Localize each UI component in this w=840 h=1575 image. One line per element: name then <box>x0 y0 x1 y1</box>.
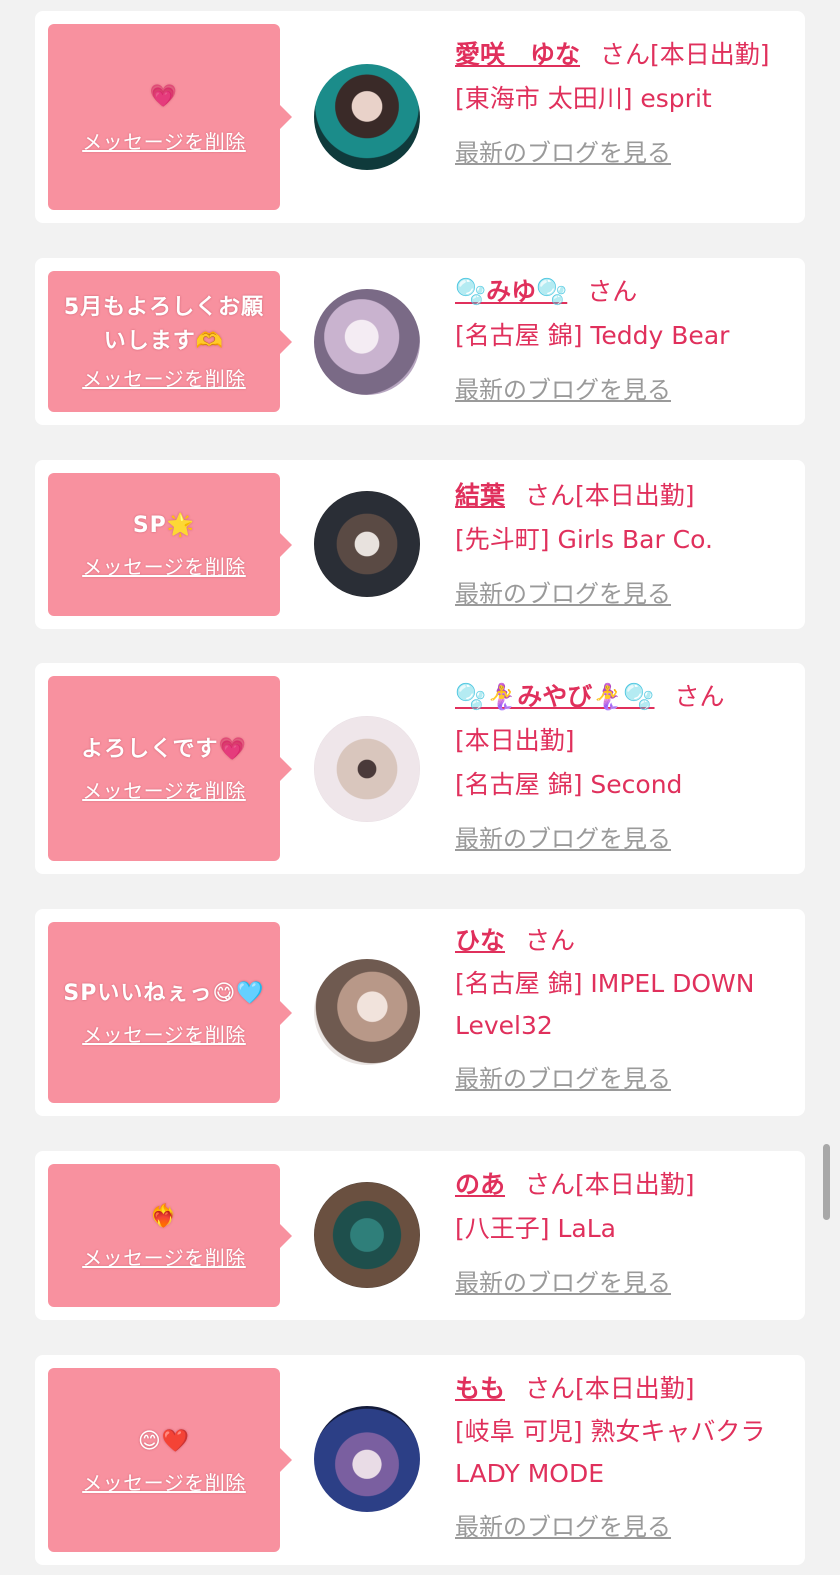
message-list: 💗 メッセージを削除 愛咲 ゆな さん[本日出勤] [東海市 太田川] espri… <box>35 0 805 1575</box>
cast-info: のあ さん[本日出勤] [八王子] LaLa 最新のブログを見る <box>455 1163 787 1305</box>
avatar[interactable] <box>314 1406 420 1512</box>
latest-blog-link[interactable]: 最新のブログを見る <box>455 1057 787 1101</box>
avatar[interactable] <box>314 289 420 395</box>
honorific: さん <box>525 481 576 510</box>
delete-message-link[interactable]: メッセージを削除 <box>82 1467 246 1496</box>
cast-name-link[interactable]: 結葉 <box>455 481 505 510</box>
message-bubble: SP🌟 メッセージを削除 <box>48 473 292 616</box>
scrollbar[interactable] <box>823 1144 830 1220</box>
cast-name-link[interactable]: ひな <box>455 926 505 955</box>
latest-blog-link[interactable]: 最新のブログを見る <box>455 1261 787 1305</box>
cast-name-link[interactable]: のあ <box>455 1170 505 1199</box>
message-bubble: 😊❤️ メッセージを削除 <box>48 1368 292 1552</box>
message-bubble: SPいいねぇっ😋🩵 メッセージを削除 <box>48 922 292 1103</box>
attendance-status: [本日出勤] <box>575 481 695 510</box>
message-text: SP🌟 <box>132 513 196 538</box>
shop-name: [東海市 太田川] esprit <box>455 84 712 113</box>
avatar[interactable] <box>314 716 420 822</box>
shop-name: [名古屋 錦] Teddy Bear <box>455 321 730 350</box>
message-card: SP🌟 メッセージを削除 結葉 さん[本日出勤] [先斗町] Girls Bar … <box>35 460 805 629</box>
message-card: 5月もよろしくお願いします🫶 メッセージを削除 🫧みゆ🫧 さん [名古屋 錦] T… <box>35 258 805 425</box>
cast-name-link[interactable]: 🫧🧜‍♀️みやび🧜‍♀️🫧 <box>455 682 655 711</box>
latest-blog-link[interactable]: 最新のブログを見る <box>455 817 787 861</box>
latest-blog-link[interactable]: 最新のブログを見る <box>455 1505 787 1549</box>
cast-info: 🫧🧜‍♀️みやび🧜‍♀️🫧 さん [本日出勤] [名古屋 錦] Second 最新… <box>455 675 787 861</box>
cast-name-link[interactable]: 🫧みゆ🫧 <box>455 277 567 306</box>
message-bubble: ❤️‍🔥 メッセージを削除 <box>48 1164 292 1307</box>
shop-name: [岐阜 可児] 熟女キャバクラ LADY MODE <box>455 1417 766 1488</box>
honorific: さん <box>525 1374 576 1403</box>
cast-name-link[interactable]: 愛咲 ゆな <box>455 40 580 69</box>
shop-name: [先斗町] Girls Bar Co. <box>455 525 713 554</box>
attendance-status: [本日出勤] <box>575 1374 695 1403</box>
message-text: ❤️‍🔥 <box>149 1204 179 1229</box>
shop-name: [名古屋 錦] Second <box>455 770 683 799</box>
message-text: 💗 <box>149 83 179 109</box>
honorific: さん <box>587 277 638 306</box>
message-bubble: 5月もよろしくお願いします🫶 メッセージを削除 <box>48 271 292 412</box>
delete-message-link[interactable]: メッセージを削除 <box>82 126 246 155</box>
avatar[interactable] <box>314 959 420 1065</box>
delete-message-link[interactable]: メッセージを削除 <box>82 775 246 804</box>
honorific: さん <box>525 1170 576 1199</box>
cast-info: 🫧みゆ🫧 さん [名古屋 錦] Teddy Bear 最新のブログを見る <box>455 270 787 412</box>
cast-name-link[interactable]: もも <box>455 1374 505 1403</box>
cast-info: ひな さん [名古屋 錦] IMPEL DOWN Level32 最新のブログを見… <box>455 919 787 1101</box>
message-card: ❤️‍🔥 メッセージを削除 のあ さん[本日出勤] [八王子] LaLa 最新のブ… <box>35 1151 805 1320</box>
shop-name: [八王子] LaLa <box>455 1214 616 1243</box>
message-text: 5月もよろしくお願いします🫶 <box>63 295 265 354</box>
avatar[interactable] <box>314 64 420 170</box>
message-card: 💗 メッセージを削除 愛咲 ゆな さん[本日出勤] [東海市 太田川] espri… <box>35 11 805 223</box>
message-card: よろしくです💗 メッセージを削除 🫧🧜‍♀️みやび🧜‍♀️🫧 さん [本日出勤] … <box>35 663 805 874</box>
delete-message-link[interactable]: メッセージを削除 <box>82 363 246 392</box>
avatar[interactable] <box>314 491 420 597</box>
attendance-status: [本日出勤] <box>455 726 575 755</box>
latest-blog-link[interactable]: 最新のブログを見る <box>455 572 787 616</box>
honorific: さん <box>525 926 576 955</box>
avatar[interactable] <box>314 1182 420 1288</box>
message-card: 😊❤️ メッセージを削除 もも さん[本日出勤] [岐阜 可児] 熟女キャバクラ … <box>35 1355 805 1565</box>
honorific: さん <box>674 682 725 711</box>
attendance-status: [本日出勤] <box>575 1170 695 1199</box>
delete-message-link[interactable]: メッセージを削除 <box>82 1019 246 1048</box>
message-card: SPいいねぇっ😋🩵 メッセージを削除 ひな さん [名古屋 錦] IMPEL DO… <box>35 909 805 1116</box>
cast-info: もも さん[本日出勤] [岐阜 可児] 熟女キャバクラ LADY MODE 最新の… <box>455 1367 787 1549</box>
honorific: さん <box>600 40 651 69</box>
message-bubble: よろしくです💗 メッセージを削除 <box>48 676 292 861</box>
cast-info: 愛咲 ゆな さん[本日出勤] [東海市 太田川] esprit 最新のブログを見る <box>455 33 787 175</box>
delete-message-link[interactable]: メッセージを削除 <box>82 1242 246 1271</box>
message-bubble: 💗 メッセージを削除 <box>48 24 292 210</box>
cast-info: 結葉 さん[本日出勤] [先斗町] Girls Bar Co. 最新のブログを見る <box>455 474 787 616</box>
delete-message-link[interactable]: メッセージを削除 <box>82 551 246 580</box>
message-text: SPいいねぇっ😋🩵 <box>63 981 265 1006</box>
message-text: よろしくです💗 <box>81 737 247 762</box>
attendance-status: [本日出勤] <box>650 40 770 69</box>
latest-blog-link[interactable]: 最新のブログを見る <box>455 368 787 412</box>
shop-name: [名古屋 錦] IMPEL DOWN Level32 <box>455 969 755 1040</box>
message-text: 😊❤️ <box>137 1428 191 1454</box>
latest-blog-link[interactable]: 最新のブログを見る <box>455 131 787 175</box>
